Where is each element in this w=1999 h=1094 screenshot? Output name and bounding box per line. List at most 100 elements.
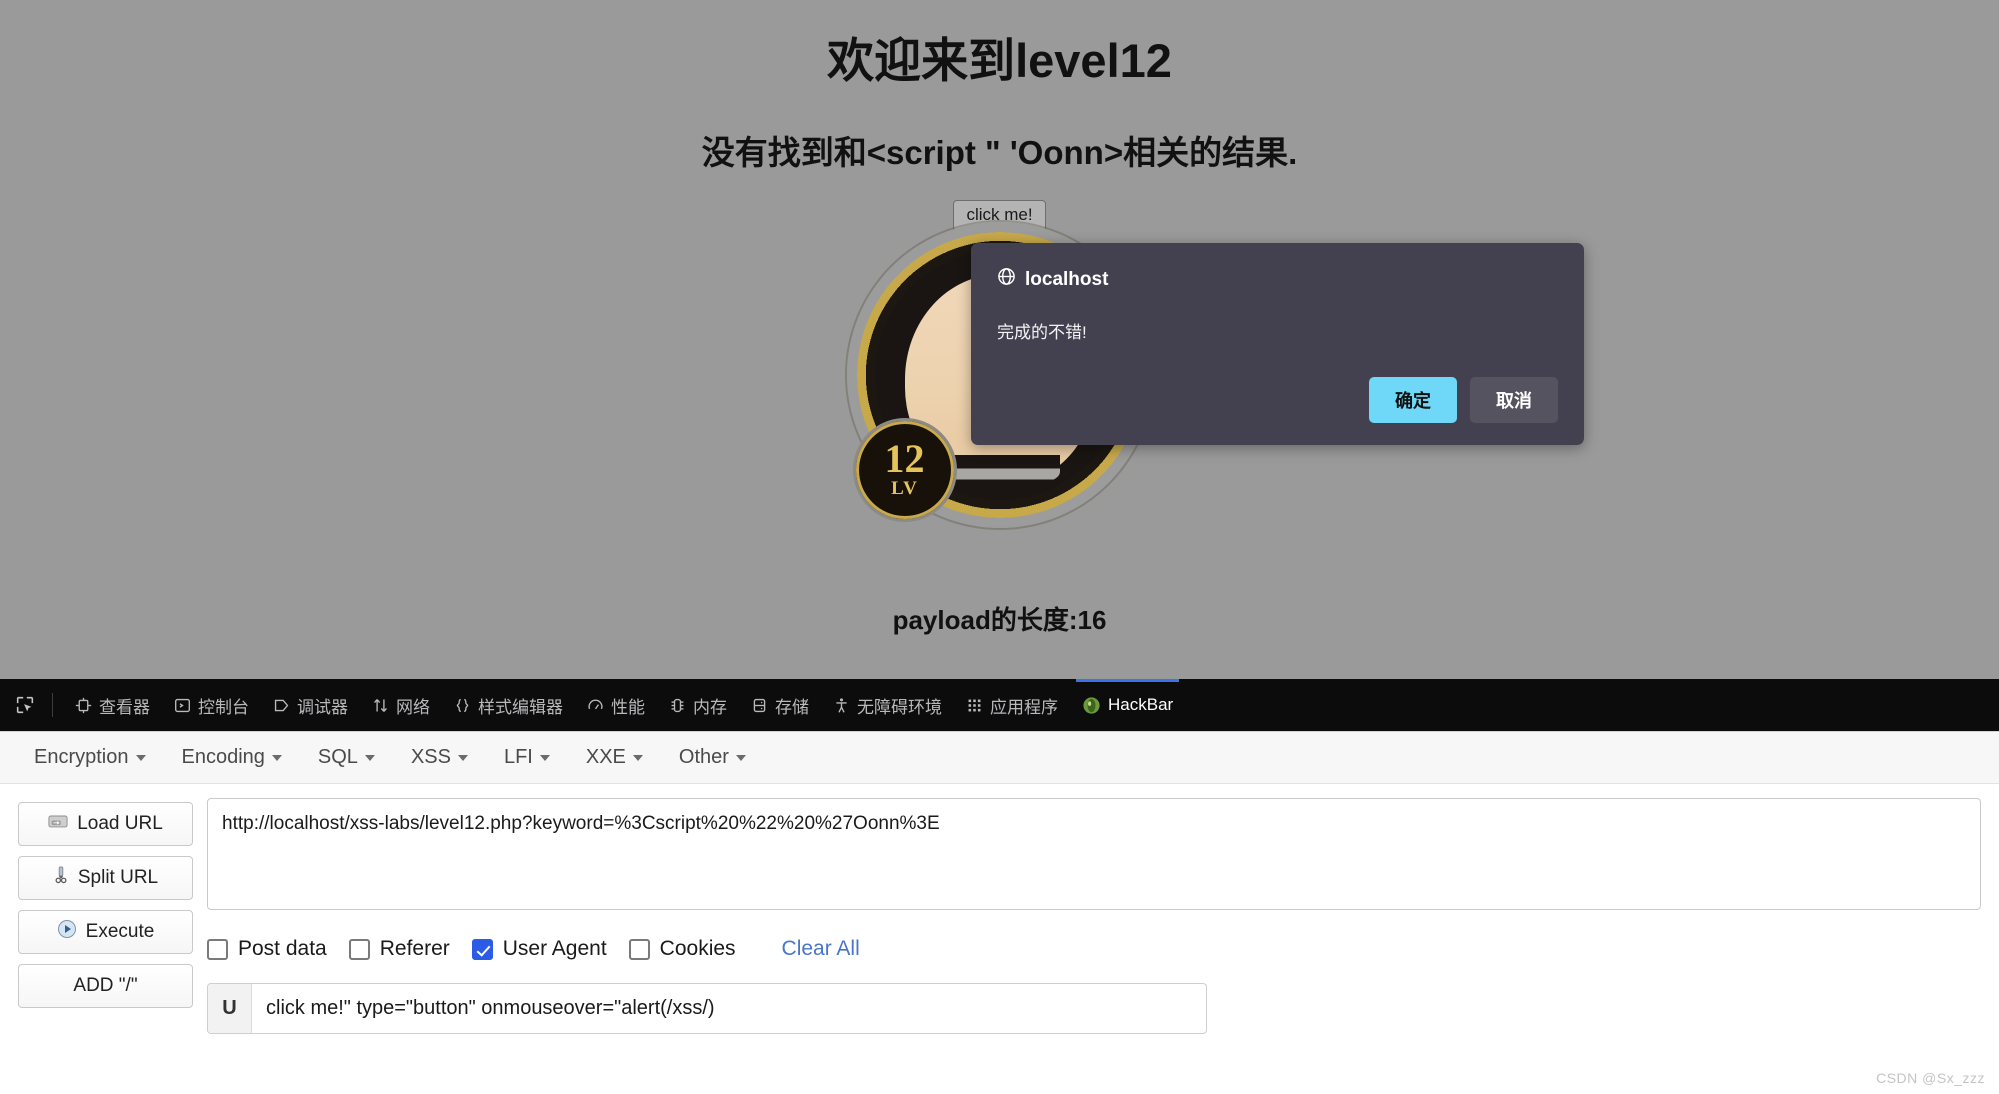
application-icon	[966, 697, 983, 714]
chevron-down-icon	[632, 754, 643, 761]
clear-all-link[interactable]: Clear All	[782, 937, 860, 961]
chevron-down-icon	[735, 754, 746, 761]
tab-accessibility[interactable]: 无障碍环境	[821, 679, 954, 731]
dialog-backdrop: localhost 完成的不错! 确定 取消	[0, 0, 1999, 679]
tab-memory-label: 内存	[693, 697, 727, 717]
toolbar-divider	[52, 693, 53, 717]
dialog-message: 完成的不错!	[997, 323, 1087, 342]
option-referer-label: Referer	[379, 937, 450, 960]
user-agent-checkbox[interactable]	[471, 938, 493, 960]
option-cookies-label: Cookies	[659, 937, 736, 960]
dialog-confirm-button[interactable]: 确定	[1369, 377, 1457, 423]
referer-checkbox[interactable]	[348, 938, 370, 960]
tab-debugger[interactable]: 调试器	[261, 679, 360, 731]
load-url-button[interactable]: Load URL	[18, 802, 193, 846]
menu-encryption[interactable]: Encryption	[20, 740, 160, 775]
hackbar-action-buttons: Load URL Split URL Execute ADD "/"	[18, 798, 193, 1034]
post-data-checkbox[interactable]	[207, 938, 228, 960]
watermark: CSDN @Sx_zzz	[1876, 1070, 1985, 1086]
user-agent-prefix: U	[208, 984, 252, 1033]
execute-label: Execute	[85, 921, 155, 942]
menu-sql[interactable]: SQL	[304, 740, 389, 775]
menu-other-label: Other	[678, 746, 729, 768]
tab-console[interactable]: 控制台	[162, 679, 261, 731]
user-agent-row: U	[207, 983, 1207, 1034]
hackbar-options-row: Post data Referer User Agent Cookies Cle…	[207, 937, 1981, 961]
menu-lfi[interactable]: LFI	[490, 740, 564, 775]
option-referer[interactable]: Referer	[348, 937, 450, 961]
storage-icon	[751, 697, 768, 714]
element-picker-icon[interactable]	[6, 686, 44, 724]
tab-application-label: 应用程序	[990, 697, 1058, 717]
split-url-icon	[53, 866, 69, 890]
menu-xss[interactable]: XSS	[397, 740, 482, 775]
split-url-button[interactable]: Split URL	[18, 856, 193, 900]
tab-inspector-label: 查看器	[99, 697, 150, 717]
load-url-icon	[48, 813, 68, 835]
tab-network[interactable]: 网络	[360, 679, 442, 731]
hackbar-menubar: Encryption Encoding SQL XSS LFI XXE Othe…	[0, 732, 1999, 784]
tab-inspector[interactable]: 查看器	[63, 679, 162, 731]
inspector-icon	[75, 697, 92, 714]
tab-memory[interactable]: 内存	[657, 679, 739, 731]
console-icon	[174, 697, 191, 714]
chevron-down-icon	[364, 754, 375, 761]
browser-page-viewport: 欢迎来到level12 没有找到和<script " 'Oonn>相关的结果. …	[0, 0, 1999, 679]
devtools-toolbar: 查看器 控制台 调试器 网络 样式编辑器 性能 内存 存储 无障碍环境 应用程序…	[0, 679, 1999, 731]
chevron-down-icon	[271, 754, 282, 761]
tab-style-editor[interactable]: 样式编辑器	[442, 679, 575, 731]
chevron-down-icon	[135, 754, 146, 761]
performance-icon	[587, 697, 604, 714]
dialog-origin: localhost	[1025, 268, 1109, 290]
tab-style-editor-label: 样式编辑器	[478, 697, 563, 717]
network-icon	[372, 697, 389, 714]
url-input[interactable]	[207, 798, 1981, 910]
hackbar-inputs: Post data Referer User Agent Cookies Cle…	[193, 798, 1981, 1034]
dialog-header: localhost	[997, 267, 1558, 292]
memory-icon	[669, 697, 686, 714]
split-url-label: Split URL	[77, 867, 159, 888]
globe-icon	[997, 267, 1016, 292]
option-user-agent-label: User Agent	[502, 937, 607, 960]
alert-dialog: localhost 完成的不错! 确定 取消	[971, 243, 1584, 445]
tab-accessibility-label: 无障碍环境	[857, 697, 942, 717]
style-editor-icon	[454, 697, 471, 714]
add-slash-label: ADD "/"	[73, 975, 138, 996]
dialog-cancel-button[interactable]: 取消	[1470, 377, 1558, 423]
tab-console-label: 控制台	[198, 697, 249, 717]
tab-debugger-label: 调试器	[297, 697, 348, 717]
menu-other[interactable]: Other	[665, 740, 760, 775]
tab-network-label: 网络	[396, 697, 430, 717]
hackbar-panel: Encryption Encoding SQL XSS LFI XXE Othe…	[0, 731, 1999, 1094]
menu-xss-label: XSS	[410, 746, 451, 768]
menu-xxe-label: XXE	[585, 746, 626, 768]
menu-encoding-label: Encoding	[181, 746, 265, 768]
option-user-agent[interactable]: User Agent	[471, 937, 607, 961]
menu-encryption-label: Encryption	[34, 746, 129, 768]
tab-storage[interactable]: 存储	[739, 679, 821, 731]
chevron-down-icon	[457, 754, 468, 761]
user-agent-input[interactable]	[252, 984, 1206, 1033]
hackbar-icon	[1082, 696, 1101, 715]
tab-performance[interactable]: 性能	[575, 679, 657, 731]
add-slash-button[interactable]: ADD "/"	[18, 964, 193, 1008]
menu-xxe[interactable]: XXE	[572, 740, 657, 775]
execute-icon	[57, 919, 77, 945]
menu-encoding[interactable]: Encoding	[168, 740, 296, 775]
tab-hackbar-label: HackBar	[1108, 695, 1174, 714]
menu-sql-label: SQL	[317, 746, 358, 768]
hackbar-main: Load URL Split URL Execute ADD "/" http:…	[0, 784, 1999, 1034]
execute-button[interactable]: Execute	[18, 910, 193, 954]
tab-hackbar[interactable]: HackBar	[1070, 679, 1185, 731]
debugger-icon	[273, 697, 290, 714]
option-post-data-label: Post data	[238, 937, 327, 960]
accessibility-icon	[833, 697, 850, 714]
load-url-label: Load URL	[77, 813, 163, 834]
tab-storage-label: 存储	[775, 697, 809, 717]
option-post-data[interactable]: Post data	[207, 937, 327, 961]
tab-application[interactable]: 应用程序	[954, 679, 1070, 731]
cookies-checkbox[interactable]	[628, 938, 650, 960]
tab-performance-label: 性能	[611, 697, 645, 717]
chevron-down-icon	[539, 754, 550, 761]
option-cookies[interactable]: Cookies	[628, 937, 736, 961]
